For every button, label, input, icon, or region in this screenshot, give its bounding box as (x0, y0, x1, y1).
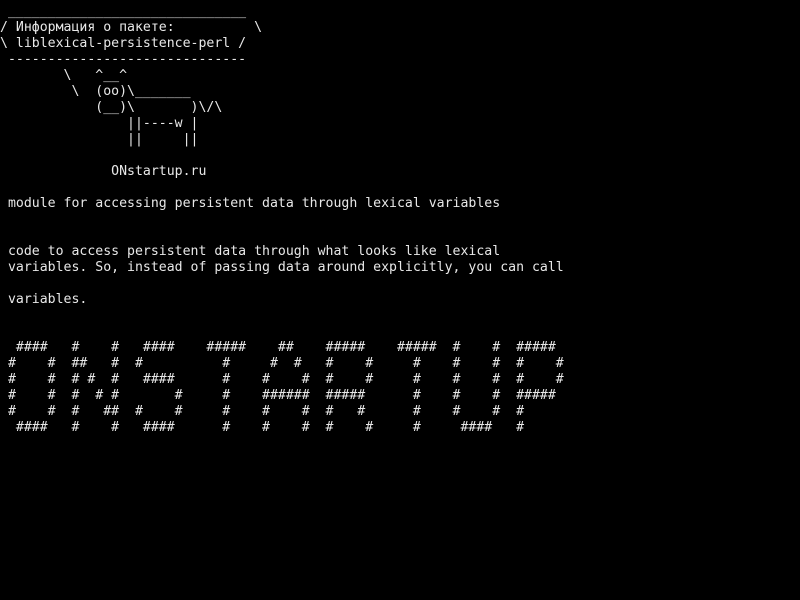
cow-art-line: ||----w | (0, 116, 199, 131)
terminal-screen: ______________________________ / Информа… (0, 4, 800, 596)
banner-art-row: #### # # #### ##### ## ##### ##### # # #… (0, 340, 556, 355)
cow-art-line: \ (oo)\_______ (0, 84, 191, 99)
cow-art-line: \ ^__^ (0, 68, 128, 83)
banner-art-row: # # # # # # # ###### ##### # # # ##### (0, 388, 556, 403)
package-description-line: variables. So, instead of passing data a… (0, 260, 564, 275)
banner-art-row: #### # # #### # # # # # # #### # (0, 420, 525, 435)
package-description-line: variables. (0, 292, 88, 307)
banner-art-row: # # # # # #### # # # # # # # # # # (0, 372, 564, 387)
cow-art-line: (__)\ )\/\ (0, 100, 223, 115)
speech-bubble-package-name: \ liblexical-persistence-perl / (0, 36, 247, 51)
speech-bubble-bottom: ------------------------------ (0, 52, 247, 67)
speech-bubble-title: / Информация о пакете: \ (0, 20, 263, 35)
package-summary: module for accessing persistent data thr… (0, 196, 501, 211)
package-description-line: code to access persistent data through w… (0, 244, 501, 259)
speech-bubble-top: ______________________________ (0, 4, 247, 19)
banner-art-row: # # ## # # # # # # # # # # # # (0, 356, 564, 371)
site-name: ONstartup.ru (0, 164, 207, 179)
cow-art-line: || || (0, 132, 199, 147)
banner-art-row: # # # ## # # # # # # # # # # # (0, 404, 525, 419)
